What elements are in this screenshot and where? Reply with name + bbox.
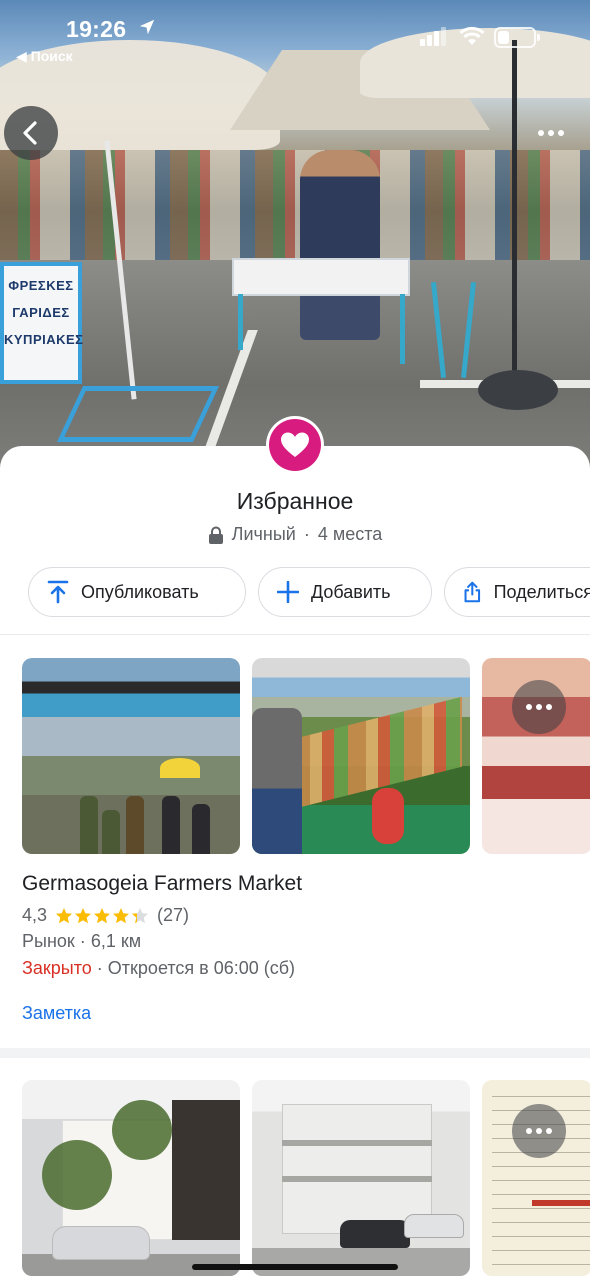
place-hours: Закрыто · Откроется в 06:00 (сб): [22, 958, 295, 979]
chevron-left-icon: [23, 121, 37, 145]
more-photos-button[interactable]: [512, 1104, 566, 1158]
market-stalls: [0, 150, 590, 260]
share-button[interactable]: Поделиться: [444, 567, 590, 617]
balcony: [282, 1176, 432, 1182]
battery-icon: [494, 27, 540, 48]
back-button[interactable]: [4, 106, 58, 160]
open-status: Закрыто: [22, 958, 92, 978]
list-subtitle: Личный · 4 места: [0, 524, 590, 545]
parked-car: [340, 1220, 410, 1248]
rating-value: 4,3: [22, 905, 48, 925]
separator-dot: ·: [96, 958, 103, 978]
building-facade: [172, 1100, 240, 1240]
place-photo[interactable]: [482, 658, 590, 854]
bottle: [162, 796, 180, 854]
place-name[interactable]: Germasogeia Farmers Market: [22, 872, 302, 896]
palm-tree: [42, 1140, 112, 1210]
back-to-app-link[interactable]: ◀ Поиск: [16, 48, 73, 65]
sign-stand: [56, 386, 220, 442]
shopper-figure: [252, 708, 302, 854]
bottle: [102, 810, 120, 854]
table-leg: [238, 294, 243, 350]
table-leg: [400, 294, 405, 364]
bottle: [192, 804, 210, 854]
parked-car: [52, 1226, 150, 1260]
wifi-icon: [459, 26, 485, 45]
balcony: [282, 1140, 432, 1146]
sign-text-line: ΓΑΡΙΔΕΣ: [12, 305, 70, 320]
publish-label: Опубликовать: [81, 581, 199, 602]
add-place-button[interactable]: Добавить: [258, 567, 432, 617]
bottle: [126, 796, 144, 854]
palm-tree: [112, 1100, 172, 1160]
place-photos-carousel[interactable]: [22, 658, 590, 854]
publish-icon: [47, 580, 69, 604]
star-icon: [113, 907, 130, 923]
more-dots-icon: [526, 704, 552, 710]
list-icon-badge: [266, 416, 324, 474]
star-icon: [94, 907, 111, 923]
parked-car: [404, 1214, 464, 1238]
umbrella-base: [478, 370, 558, 410]
star-icon: [132, 907, 149, 923]
star-icon: [56, 907, 73, 923]
opening-time: Откроется в 06:00 (сб): [107, 958, 296, 978]
place-photo[interactable]: [252, 658, 470, 854]
place-meta: Рынок · 6,1 км: [22, 931, 141, 952]
list-title: Избранное: [236, 488, 354, 514]
list-cover-photo[interactable]: ΦΡΕΣΚΕΣ ΓΑΡΙΔΕΣ ΚΥΠΡΙΑΚΕΣ: [0, 0, 590, 470]
place-category: Рынок: [22, 931, 75, 951]
plus-icon: [277, 581, 299, 603]
action-chips-row[interactable]: Опубликовать Добавить Поделиться: [28, 567, 590, 617]
notice-heading: [532, 1200, 590, 1206]
road: [252, 1248, 470, 1276]
place-photo[interactable]: [22, 1080, 240, 1276]
location-arrow-icon: [139, 19, 155, 35]
place-photo[interactable]: [252, 1080, 470, 1276]
place-photo[interactable]: [22, 658, 240, 854]
home-indicator: [192, 1264, 398, 1270]
more-dots-icon: [526, 1128, 552, 1134]
status-time: 19:26: [66, 16, 127, 42]
heart-icon: [281, 432, 309, 457]
section-divider: [0, 1048, 590, 1058]
yellow-umbrella: [160, 758, 200, 778]
lock-icon: [208, 526, 223, 544]
review-count: (27): [157, 905, 190, 925]
separator-dot: ·: [303, 524, 310, 544]
list-place-count: 4 места: [317, 524, 383, 544]
place-rating-row: 4,3 (27): [22, 905, 189, 926]
sign-text-line: ΚΥΠΡΙΑΚΕΣ: [4, 332, 84, 347]
rating-stars: [55, 907, 149, 925]
umbrella-pole: [512, 40, 517, 380]
star-icon: [75, 907, 92, 923]
vendor-figure: [300, 150, 380, 340]
share-label: Поделиться: [493, 581, 590, 602]
add-note-link[interactable]: Заметка: [22, 1003, 91, 1024]
status-bar: 19:26 ◀ Поиск: [0, 0, 590, 70]
divider: [0, 634, 590, 635]
add-label: Добавить: [311, 581, 391, 602]
bottle: [80, 796, 98, 854]
list-visibility: Личный: [231, 524, 296, 544]
share-icon: [464, 581, 481, 603]
sign-text-line: ΦΡΕΣΚΕΣ: [8, 278, 74, 293]
more-photos-button[interactable]: [512, 680, 566, 734]
more-options-button[interactable]: [524, 106, 578, 160]
publish-button[interactable]: Опубликовать: [28, 567, 246, 617]
separator-dot: ·: [79, 931, 86, 951]
onion-net: [372, 788, 404, 844]
place-distance: 6,1 км: [90, 931, 142, 951]
place-photo[interactable]: [482, 1080, 590, 1276]
more-dots-icon: [538, 130, 564, 136]
shrimp-sign: ΦΡΕΣΚΕΣ ΓΑΡΙΔΕΣ ΚΥΠΡΙΑΚΕΣ: [0, 262, 84, 384]
vendor-table: [232, 258, 410, 296]
cellular-signal-icon: [420, 27, 446, 46]
place-photos-carousel[interactable]: [22, 1080, 590, 1276]
